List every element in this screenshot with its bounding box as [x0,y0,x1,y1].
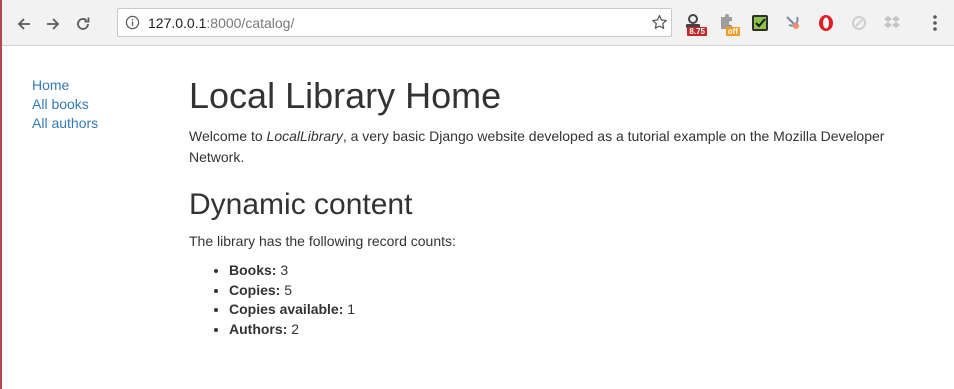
list-item: Authors: 2 [229,320,929,340]
back-arrow-icon [17,18,30,30]
bookmark-star-icon[interactable] [651,14,668,31]
count-label: Authors: [229,320,288,337]
dropbox-icon [884,16,900,28]
back-button[interactable] [13,13,35,35]
forward-button[interactable] [42,13,64,35]
count-label: Books: [229,262,277,278]
welcome-prefix: Welcome to [189,128,267,144]
kebab-menu-icon [933,15,937,31]
reload-button[interactable] [72,13,94,35]
main-content: Local Library Home Welcome to LocalLibra… [189,76,929,339]
sidebar-item-all-books: All books [32,95,98,114]
section-title: Dynamic content [189,188,413,221]
disabled-extension-button[interactable] [848,12,870,34]
timer-extension-button[interactable]: 8.75 [682,12,707,36]
menu-button[interactable] [924,12,946,34]
sidebar-nav: Home All books All authors [32,76,98,133]
sidebar-item-home: Home [32,76,98,95]
count-label: Copies available: [229,301,344,317]
count-value: 5 [284,281,293,298]
ring-icon [852,16,866,30]
opera-icon [819,15,833,31]
count-value: 1 [347,301,356,317]
off-badge: off [725,27,740,36]
welcome-text: Welcome to LocalLibrary, a very basic Dj… [189,126,929,168]
opera-extension-button[interactable] [815,12,837,34]
sidebar-item-all-authors: All authors [32,114,98,133]
browser-toolbar: 127.0.0.1:8000/catalog/ 8.75 off [2,0,954,46]
all-books-link[interactable]: All books [32,96,89,112]
checkmark-square-icon [752,15,768,31]
record-counts-list: Books: 3 Copies: 5 Copies available: 1 A… [229,261,929,339]
dropbox-extension-button[interactable] [881,12,903,34]
info-icon[interactable] [125,15,140,30]
check-extension-button[interactable] [749,12,771,34]
forward-arrow-icon [47,18,60,30]
url-text[interactable]: 127.0.0.1:8000/catalog/ [148,15,294,31]
timer-badge: 8.75 [687,27,707,36]
count-value: 2 [291,320,300,337]
count-label: Copies: [229,281,281,298]
satellite-icon [786,16,799,29]
all-authors-link[interactable]: All authors [32,115,98,131]
reload-icon [77,17,90,30]
record-counts-intro: The library has the following record cou… [189,233,456,249]
url-host: 127.0.0.1 [148,15,207,31]
browser-window: 127.0.0.1:8000/catalog/ 8.75 off Home Al… [0,0,954,389]
address-bar[interactable]: 127.0.0.1:8000/catalog/ [117,8,672,37]
count-value: 3 [280,262,289,278]
home-link[interactable]: Home [32,77,69,93]
url-path: :8000/catalog/ [206,15,295,31]
satellite-extension-button[interactable] [782,12,804,34]
page-title: Local Library Home [189,75,502,116]
list-item: Books: 3 [229,261,929,281]
list-item: Copies: 5 [229,281,929,301]
list-item: Copies available: 1 [229,300,929,320]
off-extension-button[interactable]: off [715,12,740,36]
site-name: LocalLibrary [266,128,343,144]
